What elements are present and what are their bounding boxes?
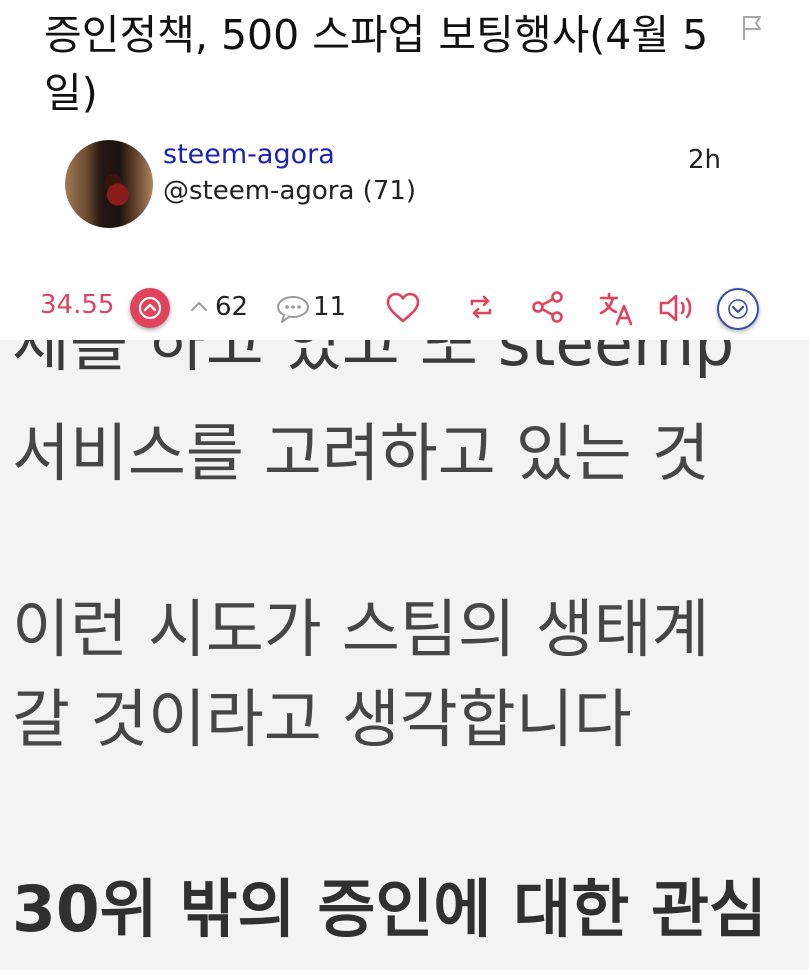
votes-count[interactable]: 62 — [215, 292, 248, 322]
more-options-button[interactable] — [717, 288, 759, 330]
body-heading: 30위 밖의 증인에 대한 관심 — [12, 873, 768, 946]
share-icon[interactable] — [531, 290, 565, 324]
body-line: 갈 것이라고 생각합니다 — [12, 683, 632, 756]
avatar[interactable] — [65, 140, 153, 228]
heart-icon[interactable] — [385, 292, 421, 324]
chevron-up-icon[interactable] — [189, 299, 209, 313]
upvote-icon — [138, 296, 162, 320]
body-line-partial: 제를 하고 있고 또 steemp — [12, 340, 735, 380]
comments-count[interactable]: 11 — [313, 292, 346, 322]
post-time: 2h — [688, 145, 722, 175]
author-handle: @steem-agora (71) — [163, 176, 417, 206]
resteem-icon[interactable] — [466, 292, 496, 322]
body-line: 이런 시도가 스팀의 생태계 — [12, 593, 710, 666]
upvote-button[interactable] — [130, 288, 170, 328]
body-line: 서비스를 고려하고 있는 것 — [12, 417, 710, 490]
translate-icon[interactable] — [598, 291, 636, 327]
post-title: 증인정책, 500 스파업 보팅행사(4월 5일) — [44, 11, 709, 117]
post-body: 제를 하고 있고 또 steemp 서비스를 고려하고 있는 것 이런 시도가 … — [0, 340, 809, 970]
payout-value[interactable]: 34.55 — [40, 290, 114, 320]
flag-icon[interactable] — [738, 12, 768, 42]
action-bar: 34.55 62 11 — [0, 282, 809, 332]
chevron-down-icon — [728, 299, 748, 319]
author-name[interactable]: steem-agora — [163, 139, 335, 170]
comment-icon[interactable] — [275, 294, 311, 324]
post-header: 증인정책, 500 스파업 보팅행사(4월 5일) steem-agora @s… — [0, 0, 809, 340]
speaker-icon[interactable] — [657, 291, 697, 325]
